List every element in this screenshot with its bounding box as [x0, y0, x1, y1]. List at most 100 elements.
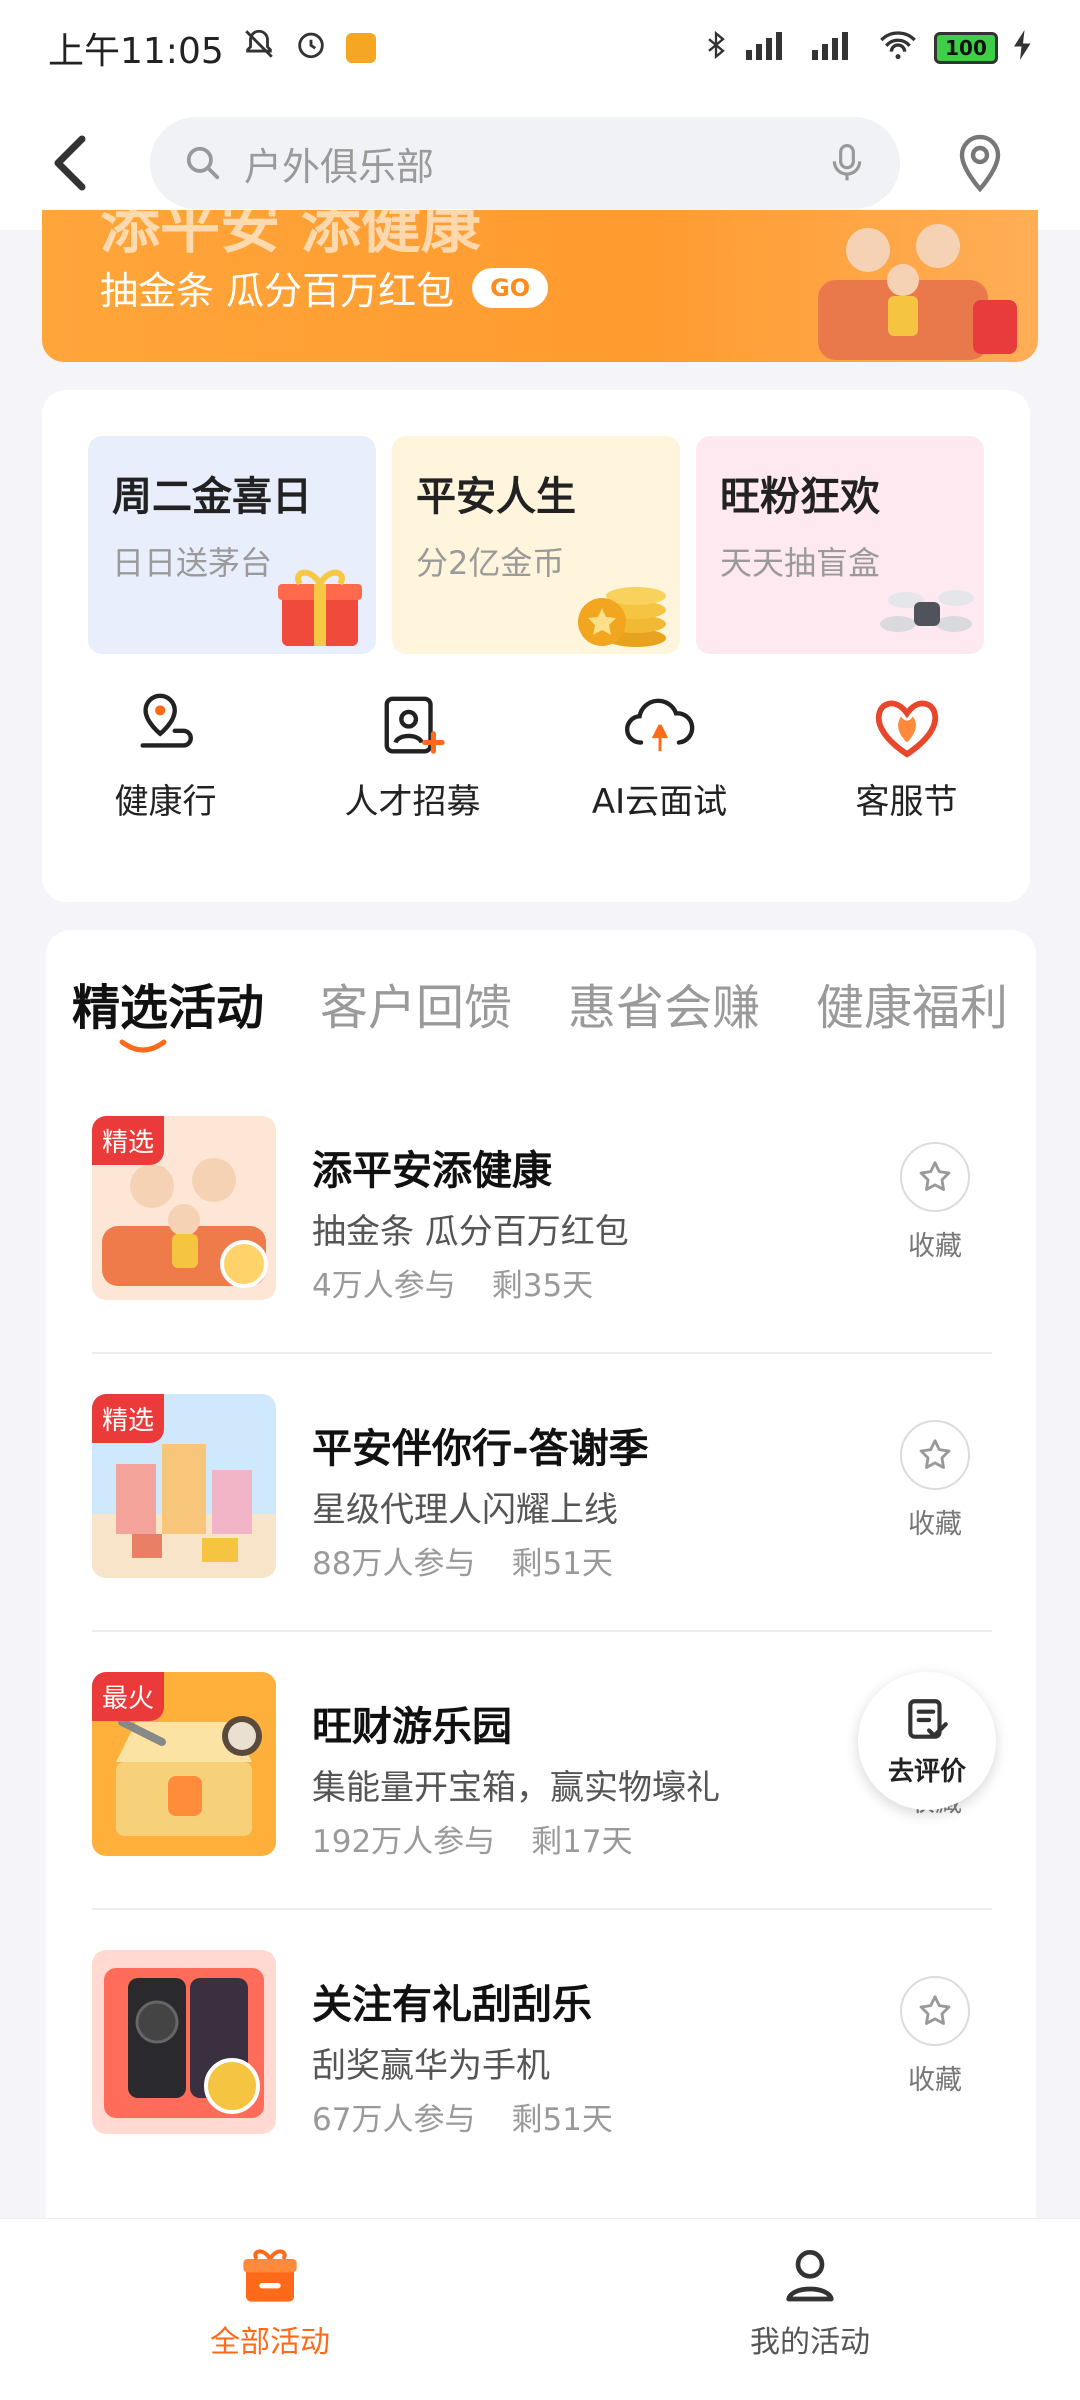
review-document-icon [908, 1698, 948, 1739]
scratch-card-phone-image [92, 1950, 276, 2134]
quick-link-label: 客服节 [855, 782, 958, 822]
notification-app-icon [345, 33, 376, 63]
star-icon [919, 1161, 951, 1191]
banner-go-badge[interactable]: GO [472, 267, 549, 308]
location-pin-icon [959, 134, 1001, 193]
tab-customer-feedback[interactable]: 客户回馈 [320, 968, 512, 1038]
quick-links: 健康行 人才招募 AI云面试 客服节 [42, 690, 1030, 823]
tab-health-benefits[interactable]: 健康福利 [816, 968, 1008, 1038]
status-bar: 上午11:05 100 [0, 0, 1080, 96]
drone-icon [880, 590, 974, 632]
activities-panel: 精选活动 客户回馈 惠省会赚 健康福利 精选 添平安添健康 抽金条 瓜分百万红包… [46, 930, 1036, 2220]
activity-remaining: 剩51天 [511, 1546, 613, 1582]
activity-list: 精选 添平安添健康 抽金条 瓜分百万红包 4万人参与 剩35天 收藏 精选 平安… [92, 1076, 996, 2188]
star-icon [919, 1995, 951, 2025]
battery-indicator: 100 [934, 32, 998, 64]
heart-flame-icon [875, 700, 938, 758]
evaluate-label: 去评价 [887, 1756, 966, 1787]
activity-meta: 67万人参与 剩51天 [312, 2094, 613, 2139]
bottom-nav: 全部活动 我的活动 [0, 2218, 1080, 2400]
activity-subtitle: 抽金条 瓜分百万红包 [312, 1212, 629, 1252]
gift-icon [243, 2249, 297, 2302]
tab-save-and-earn[interactable]: 惠省会赚 [568, 968, 760, 1038]
quick-link-ai-interview[interactable]: AI云面试 [536, 690, 783, 823]
quick-link-label: 人才招募 [344, 782, 481, 822]
activity-title: 添平安添健康 [312, 1148, 552, 1194]
evaluate-floating-button[interactable]: 去评价 [858, 1672, 996, 1810]
favorite-label: 收藏 [908, 1509, 962, 1540]
back-button[interactable] [40, 133, 100, 193]
tab-selected-activities[interactable]: 精选活动 [72, 968, 264, 1038]
signal-icon-2 [812, 30, 862, 67]
quick-link-health-walk[interactable]: 健康行 [42, 690, 289, 823]
promo-tile-tuesday[interactable]: 周二金喜日 日日送茅台 [88, 436, 376, 654]
banner-subtitle: 抽金条 瓜分百万红包 [100, 269, 455, 313]
favorite-button[interactable]: 收藏 [890, 1142, 980, 1263]
activity-row[interactable]: 关注有礼刮刮乐 刮奖赢华为手机 67万人参与 剩51天 收藏 [92, 1910, 992, 2188]
activity-subtitle: 星级代理人闪耀上线 [312, 1490, 618, 1530]
activity-participants: 192万人参与 [312, 1824, 496, 1860]
chevron-left-icon [54, 135, 86, 191]
favorite-label: 收藏 [908, 2065, 962, 2096]
banner-subtitle-row: 抽金条 瓜分百万红包 GO [100, 260, 549, 315]
favorite-button[interactable]: 收藏 [890, 1976, 980, 2097]
activity-tag: 精选 [92, 1394, 165, 1443]
favorite-label: 收藏 [908, 1231, 962, 1262]
activity-meta: 192万人参与 剩17天 [312, 1816, 633, 1861]
active-tab-indicator [119, 1039, 167, 1053]
activity-thumbnail [92, 1950, 276, 2134]
activity-subtitle: 刮奖赢华为手机 [312, 2046, 550, 2086]
quick-link-label: 健康行 [114, 782, 217, 822]
activity-participants: 4万人参与 [312, 1268, 456, 1304]
quick-link-label: AI云面试 [591, 782, 728, 822]
mute-icon [242, 27, 276, 70]
alarm-icon [294, 27, 328, 70]
quick-link-talent-recruit[interactable]: 人才招募 [289, 690, 536, 823]
microphone-icon[interactable] [828, 142, 866, 184]
banner-title: 添平安 添健康 [100, 210, 481, 262]
quick-link-service-festival[interactable]: 客服节 [783, 690, 1030, 823]
activity-participants: 67万人参与 [312, 2102, 476, 2138]
wifi-icon [878, 30, 918, 67]
search-icon [186, 146, 220, 180]
promo-title: 旺粉狂欢 [720, 474, 880, 520]
promo-tile-fans-carnival[interactable]: 旺粉狂欢 天天抽盲盒 [696, 436, 984, 654]
promo-title: 周二金喜日 [112, 474, 312, 520]
activity-remaining: 剩17天 [531, 1824, 633, 1860]
activity-thumbnail: 精选 [92, 1116, 276, 1300]
activity-thumbnail: 精选 [92, 1394, 276, 1578]
star-icon [919, 1439, 951, 1469]
activity-meta: 4万人参与 剩35天 [312, 1260, 593, 1305]
promo-title: 平安人生 [416, 474, 576, 520]
favorite-button[interactable]: 收藏 [890, 1420, 980, 1541]
activity-title: 平安伴你行-答谢季 [312, 1426, 649, 1472]
promo-banner[interactable]: 添平安 添健康 抽金条 瓜分百万红包 GO [42, 210, 1038, 362]
activity-row[interactable]: 最火 旺财游乐园 集能量开宝箱，赢实物壕礼 192万人参与 剩17天 收藏 去评… [92, 1632, 996, 1910]
location-button[interactable] [950, 133, 1010, 193]
bluetooth-icon [702, 28, 730, 69]
promo-card: 周二金喜日 日日送茅台 平安人生 分2亿金币 旺粉狂欢 天天抽盲盒 健康行 人才… [42, 390, 1030, 902]
charging-icon [1014, 29, 1032, 67]
activity-row[interactable]: 精选 添平安添健康 抽金条 瓜分百万红包 4万人参与 剩35天 收藏 [92, 1076, 992, 1354]
gold-coins-icon [578, 587, 666, 647]
activity-meta: 88万人参与 剩51天 [312, 1538, 613, 1583]
activity-tag: 精选 [92, 1116, 165, 1165]
search-placeholder: 户外俱乐部 [244, 144, 435, 189]
map-pin-route-icon [139, 693, 193, 748]
search-input[interactable]: 户外俱乐部 [150, 117, 900, 209]
signal-icon [746, 30, 796, 67]
promo-subtitle: 天天抽盲盒 [720, 544, 881, 582]
gift-box-icon [278, 569, 362, 646]
cloud-upload-icon [624, 698, 694, 752]
nav-my-activities[interactable]: 我的活动 [540, 2219, 1080, 2400]
nav-all-activities[interactable]: 全部活动 [0, 2219, 540, 2400]
activity-tabs: 精选活动 客户回馈 惠省会赚 健康福利 [72, 968, 1008, 1038]
activity-remaining: 剩51天 [511, 2102, 613, 2138]
activity-title: 关注有礼刮刮乐 [312, 1982, 592, 2028]
activity-remaining: 剩35天 [491, 1268, 594, 1304]
promo-tile-pingan-life[interactable]: 平安人生 分2亿金币 [392, 436, 680, 654]
nav-label: 全部活动 [210, 2325, 330, 2360]
activity-subtitle: 集能量开宝箱，赢实物壕礼 [312, 1768, 720, 1808]
activity-thumbnail: 最火 [92, 1672, 276, 1856]
activity-row[interactable]: 精选 平安伴你行-答谢季 星级代理人闪耀上线 88万人参与 剩51天 收藏 [92, 1354, 992, 1632]
